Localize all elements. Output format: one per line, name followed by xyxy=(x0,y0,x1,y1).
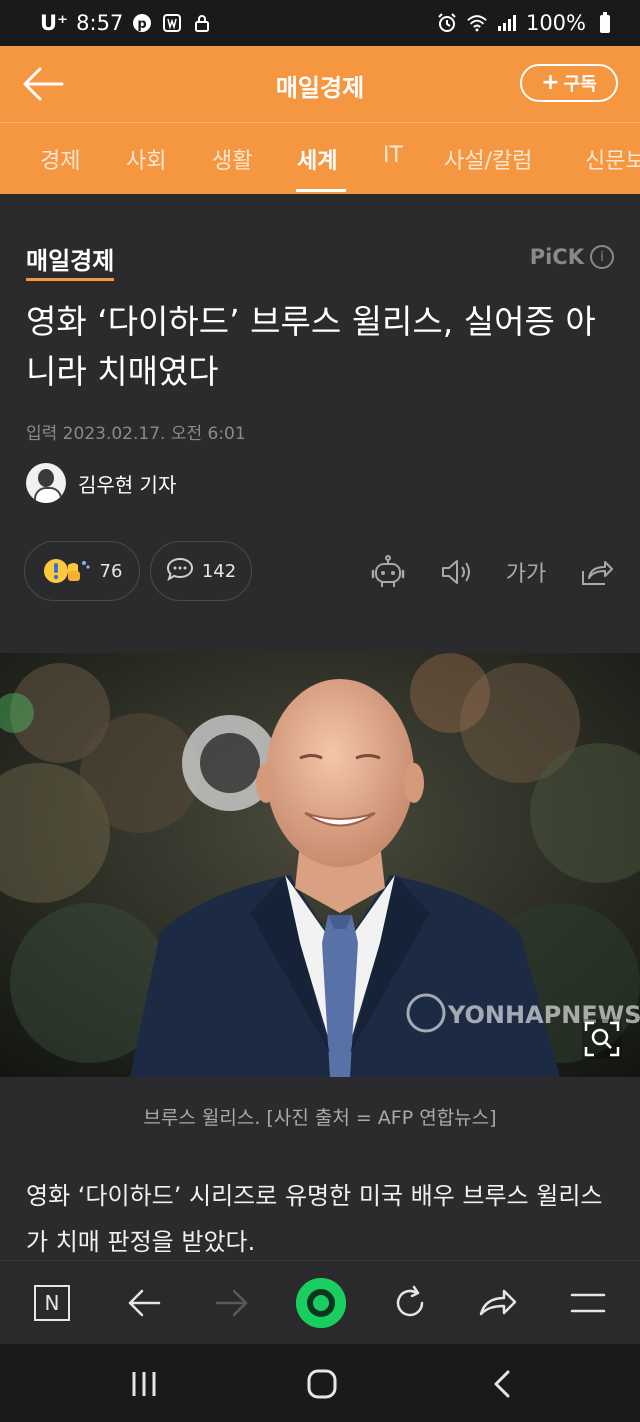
wifi-icon xyxy=(466,12,488,34)
green-dot-icon xyxy=(296,1278,346,1328)
tab-economy[interactable]: 경제 xyxy=(40,143,80,175)
home-button[interactable] xyxy=(300,1366,344,1402)
naver-n-icon: N xyxy=(34,1285,70,1321)
zoom-button[interactable] xyxy=(582,1019,622,1059)
plus-icon: + xyxy=(541,70,560,95)
battery-percent: 100% xyxy=(525,11,586,35)
hamburger-icon xyxy=(570,1293,606,1313)
clock: 8:57 xyxy=(76,11,124,35)
reload-button[interactable] xyxy=(388,1281,432,1325)
naver-green-dot-button[interactable] xyxy=(296,1278,346,1328)
notification-app-icon xyxy=(161,12,183,34)
photo-image: YONHAPNEWS xyxy=(0,653,640,1077)
robot-icon xyxy=(371,555,405,587)
reaction-emoji-icon xyxy=(42,557,92,585)
article-body: 영화 ‘다이하드’ 시리즈로 유명한 미국 배우 브루스 윌리스가 치매 판정을… xyxy=(26,1182,603,1256)
article: 매일경제 PiCK i 영화 ‘다이하드’ 브루스 윌리스, 실어증 아니라 치… xyxy=(0,205,640,1260)
back-button[interactable] xyxy=(22,64,64,104)
font-size-label: 가가 xyxy=(505,562,547,587)
browser-forward-button[interactable] xyxy=(210,1281,254,1325)
browser-back-button[interactable] xyxy=(122,1281,166,1325)
lock-icon xyxy=(191,12,213,34)
info-icon: i xyxy=(590,245,614,269)
tab-newspaper[interactable]: 신문보 xyxy=(585,143,640,175)
arrow-left-icon xyxy=(23,67,64,101)
recent-apps-button[interactable] xyxy=(122,1366,166,1402)
tts-button[interactable] xyxy=(436,553,476,591)
reaction-button[interactable]: 76 xyxy=(24,541,140,601)
summary-bot-button[interactable] xyxy=(368,553,408,591)
category-tabs: 경제 사회 생활 세계 IT 사설/칼럼 신문보 xyxy=(0,122,640,194)
tab-society[interactable]: 사회 xyxy=(126,143,166,175)
arrow-left-icon xyxy=(128,1289,161,1317)
browser-share-button[interactable] xyxy=(476,1281,520,1325)
comment-icon xyxy=(166,556,194,587)
pinterest-icon: p xyxy=(131,12,153,34)
app-header: 매일경제 + 구독 xyxy=(0,46,640,122)
share-button[interactable] xyxy=(576,553,616,591)
recent-apps-icon xyxy=(132,1372,156,1396)
pick-badge[interactable]: PiCK i xyxy=(530,245,614,269)
browser-menu-button[interactable] xyxy=(566,1281,610,1325)
tab-world[interactable]: 세계 xyxy=(297,143,337,175)
system-nav-bar xyxy=(0,1344,640,1422)
speaker-icon xyxy=(442,560,470,584)
pick-label: PiCK xyxy=(529,245,584,269)
reporter-name: 김우현 기자 xyxy=(78,472,177,497)
article-date: 입력 2023.02.17. 오전 6:01 xyxy=(26,424,246,444)
naver-home-button[interactable]: N xyxy=(30,1281,74,1325)
share-icon xyxy=(582,561,613,585)
svg-text:p: p xyxy=(138,17,147,32)
press-logo[interactable]: 매일경제 xyxy=(26,241,115,281)
article-photo[interactable]: YONHAPNEWS xyxy=(0,653,640,1077)
reporter-avatar xyxy=(26,463,66,503)
article-headline: 영화 ‘다이하드’ 브루스 윌리스, 실어증 아니라 치매였다 xyxy=(26,302,596,391)
home-icon xyxy=(307,1369,337,1399)
reaction-count: 76 xyxy=(99,560,123,582)
browser-toolbar: N xyxy=(0,1260,640,1344)
arrow-right-icon xyxy=(215,1289,248,1317)
system-back-button[interactable] xyxy=(480,1366,524,1402)
comment-button[interactable]: 142 xyxy=(150,541,252,601)
refresh-icon xyxy=(396,1285,424,1317)
comment-count: 142 xyxy=(201,560,237,582)
share-arrow-icon xyxy=(479,1289,517,1316)
zoom-icon xyxy=(582,1019,622,1059)
battery-icon xyxy=(594,12,616,34)
tab-it[interactable]: IT xyxy=(383,143,403,168)
active-tab-indicator xyxy=(296,189,346,192)
photo-caption: 브루스 윌리스. [사진 출처 = AFP 연합뉴스] xyxy=(143,1107,497,1129)
status-bar: U⁺ 8:57 p 100% xyxy=(0,0,640,46)
signal-icon xyxy=(496,12,518,34)
tab-life[interactable]: 생활 xyxy=(212,143,252,175)
font-size-button[interactable]: 가가 xyxy=(504,553,548,591)
tab-editorial[interactable]: 사설/칼럼 xyxy=(444,143,532,175)
alarm-icon xyxy=(436,12,458,34)
subscribe-button[interactable]: + 구독 xyxy=(520,64,618,102)
chevron-left-icon xyxy=(494,1370,510,1398)
carrier-label: U⁺ xyxy=(40,11,69,35)
subscribe-label: 구독 xyxy=(563,74,597,95)
reporter-info[interactable]: 김우현 기자 xyxy=(26,463,176,503)
